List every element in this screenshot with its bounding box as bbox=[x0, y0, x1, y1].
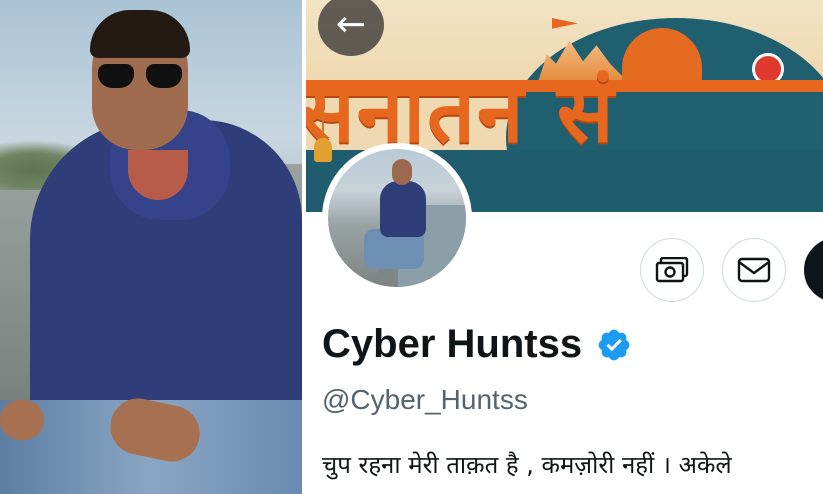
follow-button[interactable] bbox=[804, 238, 823, 302]
display-name: Cyber Huntss bbox=[322, 322, 583, 366]
profile-bio: चुप रहना मेरी ताक़त है , कमज़ोरी नहीं । … bbox=[322, 451, 732, 479]
avatar-image bbox=[328, 149, 466, 287]
username-handle: @Cyber_Huntss bbox=[322, 384, 528, 415]
verified-badge-icon bbox=[598, 329, 630, 360]
money-icon bbox=[655, 257, 689, 283]
mail-icon bbox=[737, 257, 771, 283]
banner-title: सनातन सं bbox=[306, 63, 616, 161]
profile-screen: सनातन सं ← Cyber Huntss @Cyber_Huntss चु… bbox=[306, 0, 823, 494]
person-hair bbox=[90, 10, 190, 58]
bell-icon bbox=[312, 110, 334, 166]
name-row: Cyber Huntss bbox=[322, 322, 632, 367]
profile-photo bbox=[0, 0, 302, 494]
arrow-left-icon: ← bbox=[335, 4, 367, 45]
tip-button[interactable] bbox=[640, 238, 704, 302]
person-sunglasses bbox=[98, 64, 184, 90]
banner-flag bbox=[552, 18, 578, 29]
avatar[interactable] bbox=[322, 143, 472, 293]
photo-person bbox=[0, 0, 302, 494]
person-hand-left bbox=[0, 400, 44, 440]
message-button[interactable] bbox=[722, 238, 786, 302]
